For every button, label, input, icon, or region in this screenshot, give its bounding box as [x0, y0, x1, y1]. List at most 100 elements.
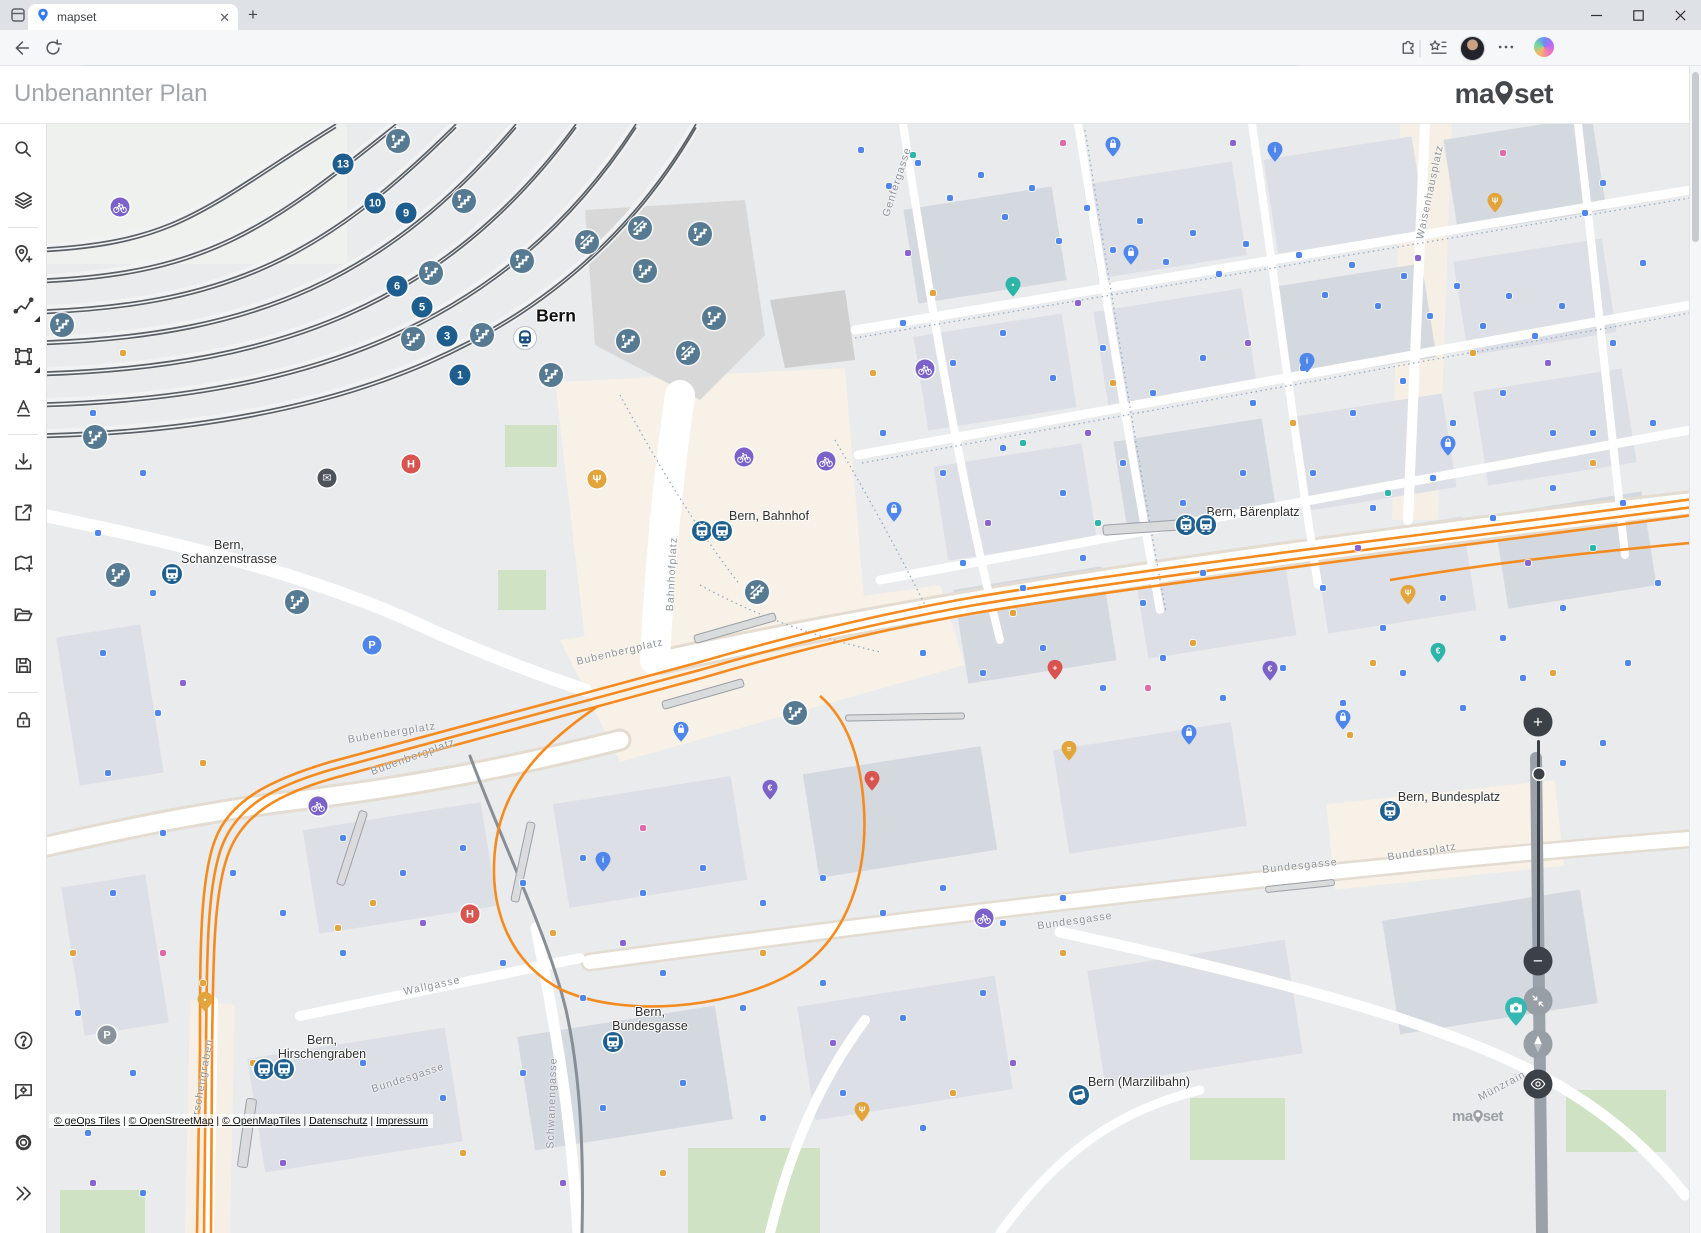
platform-number[interactable]: 10 — [365, 193, 386, 214]
platform-number[interactable]: 3 — [437, 326, 458, 347]
train-station-icon[interactable] — [514, 327, 536, 349]
plan-title-input[interactable]: Unbenannter Plan — [14, 80, 207, 108]
attribution-link[interactable]: © OpenMapTiles — [222, 1115, 301, 1127]
station-stairs-icon[interactable] — [419, 261, 443, 285]
station-stairs-icon[interactable] — [702, 306, 726, 330]
sidebar-tool-lock[interactable] — [0, 694, 46, 745]
poi-pin[interactable] — [672, 721, 690, 743]
platform-number[interactable]: 5 — [412, 297, 433, 318]
station-stairs-icon[interactable] — [401, 327, 425, 351]
poi-pin[interactable]: Ψ — [1486, 192, 1504, 214]
poi-pin[interactable] — [1180, 724, 1198, 746]
stop-icon-tram[interactable] — [1176, 515, 1196, 535]
station-escalator-icon[interactable] — [628, 216, 652, 240]
station-stairs-icon[interactable] — [106, 563, 130, 587]
poi-circle[interactable] — [111, 198, 130, 217]
attribution-link[interactable]: © OpenStreetMap — [129, 1115, 214, 1127]
stop-icon-bus[interactable] — [162, 564, 182, 584]
sidebar-tool-add-map[interactable] — [0, 538, 46, 589]
poi-circle[interactable] — [735, 448, 754, 467]
sidebar-tool-save[interactable] — [0, 640, 46, 691]
sidebar-tool-draw-polygon[interactable] — [0, 331, 46, 382]
stop-icon-bus[interactable] — [603, 1032, 623, 1052]
poi-circle[interactable]: P — [98, 1026, 117, 1045]
map-canvas[interactable]: GenfergasseWaisenhausplatzBahnhofplatzBu… — [47, 124, 1689, 1233]
poi-pin[interactable] — [885, 501, 903, 523]
poi-pin[interactable] — [1334, 709, 1352, 731]
stop-icon-tram[interactable] — [1380, 801, 1400, 821]
sidebar-tool-share[interactable] — [0, 487, 46, 538]
poi-circle[interactable]: H — [402, 455, 421, 474]
poi-pin[interactable] — [1439, 435, 1457, 457]
station-stairs-icon[interactable] — [83, 425, 107, 449]
poi-circle[interactable] — [975, 909, 994, 928]
stop-icon-bus[interactable] — [274, 1059, 294, 1079]
attribution-link[interactable]: Datenschutz — [309, 1115, 367, 1127]
stop-icon-tram[interactable] — [692, 521, 712, 541]
poi-pin[interactable] — [1104, 136, 1122, 158]
poi-pin[interactable]: i — [1266, 141, 1284, 163]
station-stairs-icon[interactable] — [633, 259, 657, 283]
attribution-link[interactable]: Impressum — [376, 1115, 428, 1127]
browser-scrollbar[interactable] — [1689, 66, 1701, 1233]
sidebar-tool-search[interactable] — [0, 124, 46, 175]
poi-pin[interactable]: Ψ — [853, 1101, 871, 1123]
stop-icon-funi[interactable] — [1069, 1085, 1089, 1105]
poi-pin[interactable] — [1122, 244, 1140, 266]
stop-icon-bus[interactable] — [712, 521, 732, 541]
platform-number[interactable]: 6 — [387, 276, 408, 297]
poi-circle[interactable] — [916, 360, 935, 379]
sidebar-tool-settings[interactable] — [0, 1117, 46, 1168]
poi-pin[interactable]: € — [1261, 660, 1279, 682]
visibility-button[interactable] — [1524, 1070, 1553, 1099]
zoom-in-button[interactable]: + — [1524, 708, 1553, 737]
poi-pin[interactable]: € — [761, 779, 779, 801]
platform-number[interactable]: 1 — [450, 365, 471, 386]
sidebar-tool-draw-line[interactable] — [0, 280, 46, 331]
profile-avatar[interactable] — [1460, 36, 1485, 61]
window-maximize-button[interactable] — [1617, 0, 1659, 30]
station-stairs-icon[interactable] — [688, 222, 712, 246]
new-tab-button[interactable]: + — [248, 6, 258, 23]
stop-icon-bus[interactable] — [254, 1059, 274, 1079]
stop-icon-bus[interactable] — [1196, 515, 1216, 535]
poi-circle[interactable] — [817, 452, 836, 471]
poi-pin[interactable]: • — [196, 991, 214, 1013]
zoom-out-button[interactable]: − — [1524, 947, 1553, 976]
station-stairs-icon[interactable] — [50, 313, 74, 337]
camera-pin[interactable] — [1503, 995, 1529, 1032]
window-minimize-button[interactable] — [1575, 0, 1617, 30]
sidebar-tool-help[interactable] — [0, 1015, 46, 1066]
more-menu-icon[interactable] — [1496, 37, 1516, 62]
station-stairs-icon[interactable] — [783, 701, 807, 725]
poi-pin[interactable]: ≡ — [1060, 740, 1078, 762]
poi-pin[interactable]: + — [1046, 659, 1064, 681]
poi-circle[interactable]: H — [461, 905, 480, 924]
extensions-icon[interactable] — [1398, 37, 1419, 63]
station-escalator-icon[interactable] — [575, 230, 599, 254]
favorites-bar-icon[interactable] — [1428, 37, 1449, 63]
poi-pin[interactable]: € — [1429, 642, 1447, 664]
compass-button[interactable] — [1524, 1030, 1553, 1059]
window-close-button[interactable] — [1659, 0, 1701, 30]
station-stairs-icon[interactable] — [452, 189, 476, 213]
poi-pin[interactable]: Ψ — [1399, 584, 1417, 606]
station-stairs-icon[interactable] — [510, 249, 534, 273]
poi-pin[interactable]: i — [594, 851, 612, 873]
zoom-slider-handle[interactable] — [1533, 769, 1544, 780]
sidebar-tool-collapse[interactable] — [0, 1168, 46, 1219]
poi-circle[interactable] — [309, 797, 328, 816]
station-stairs-icon[interactable] — [386, 129, 410, 153]
station-stairs-icon[interactable] — [470, 323, 494, 347]
station-escalator-icon[interactable] — [676, 341, 700, 365]
browser-tab[interactable]: mapset ✕ — [28, 4, 238, 30]
sidebar-tool-open-plan[interactable] — [0, 589, 46, 640]
poi-circle[interactable]: ✉ — [318, 469, 337, 488]
sidebar-tool-add-point[interactable] — [0, 229, 46, 280]
sidebar-tool-text-tool[interactable] — [0, 382, 46, 433]
tab-close-icon[interactable]: ✕ — [219, 11, 230, 24]
poi-pin[interactable]: • — [1004, 276, 1022, 298]
station-stairs-icon[interactable] — [539, 363, 563, 387]
poi-circle[interactable]: Ψ — [588, 470, 607, 489]
sidebar-tool-download[interactable] — [0, 436, 46, 487]
